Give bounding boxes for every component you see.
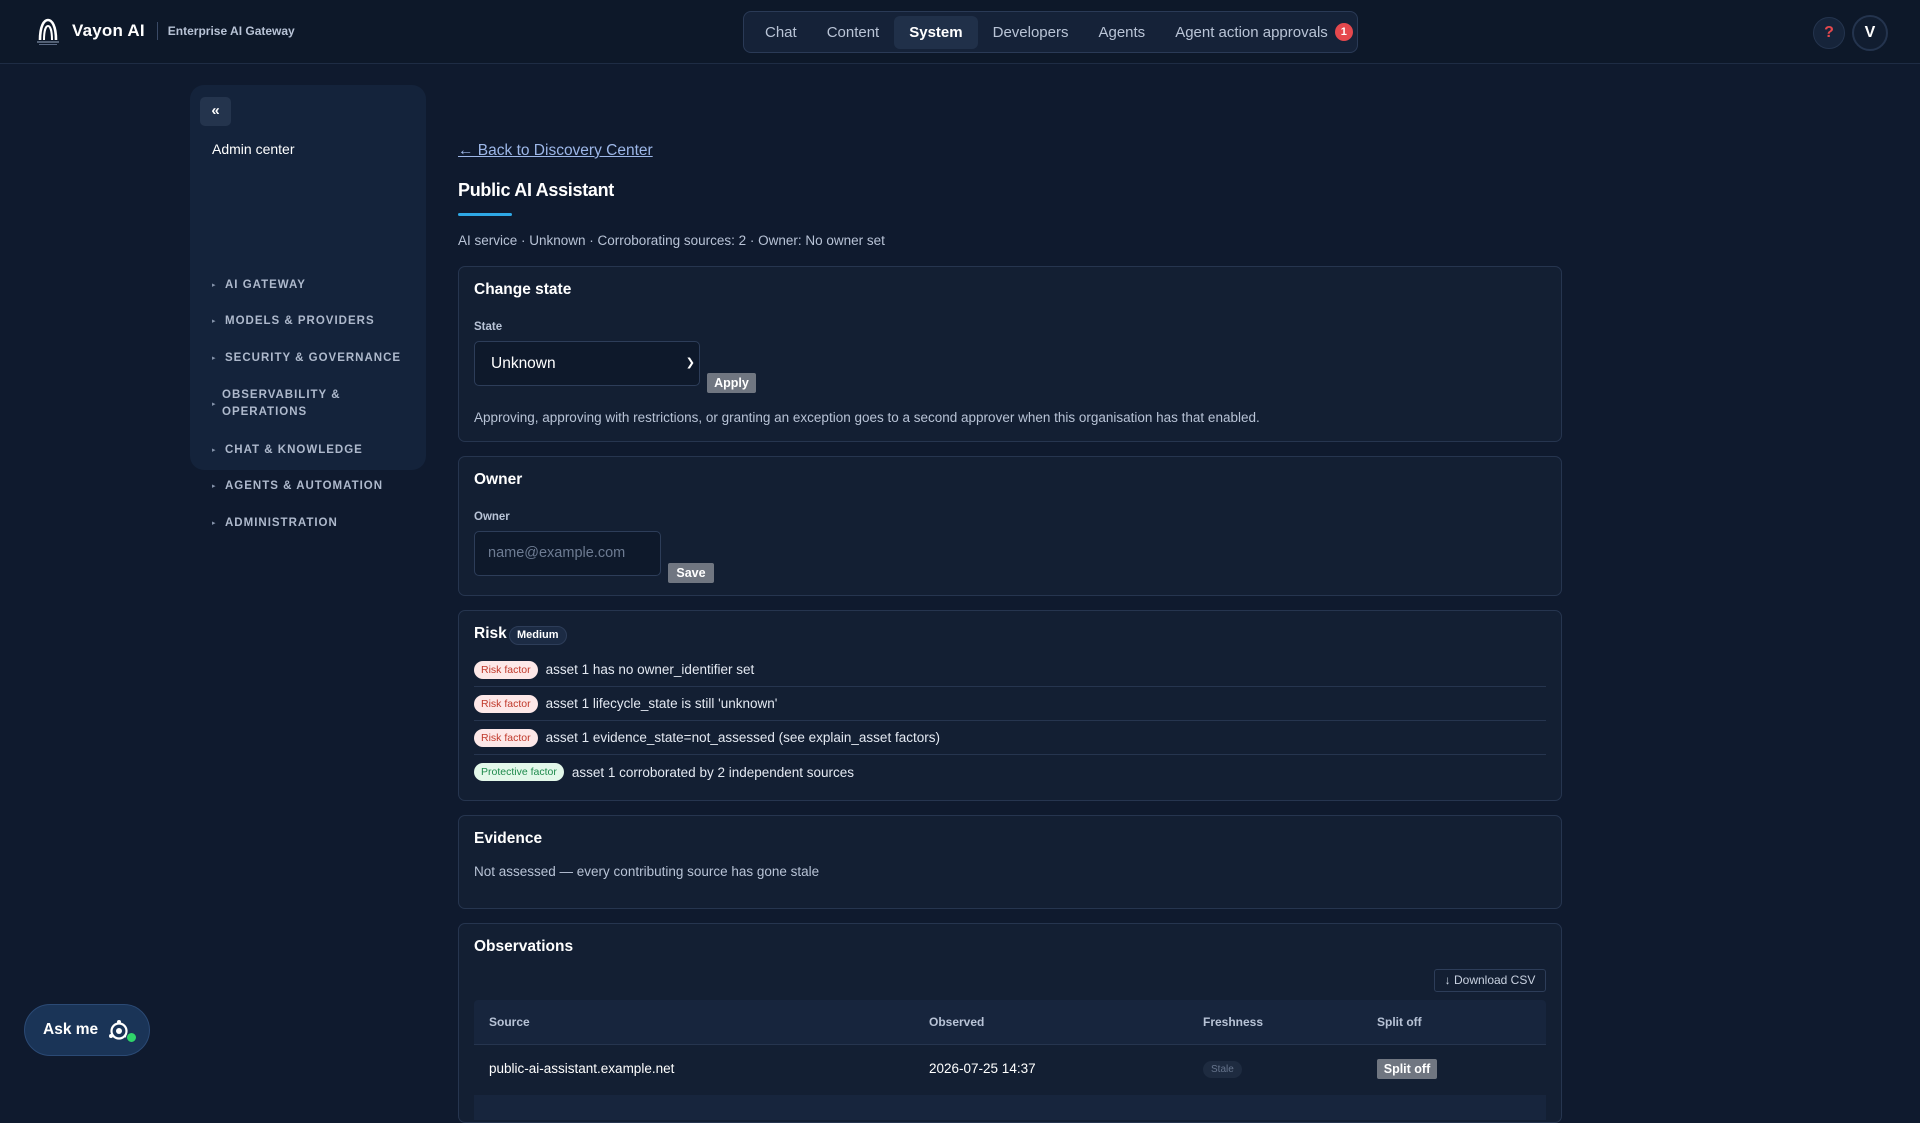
nav-system[interactable]: System xyxy=(894,15,978,49)
protective-factor-text: asset 1 corroborated by 2 independent so… xyxy=(571,764,855,780)
ask-me-button[interactable]: Ask me xyxy=(24,1004,150,1056)
evidence-status: Not assessed — every contributing source… xyxy=(474,864,820,879)
observation-source: public-ai-assistant.example.net xyxy=(489,1061,675,1076)
protective-factor-row: Protective factor asset 1 corroborated b… xyxy=(474,755,1546,789)
column-header-source[interactable]: Source xyxy=(489,1015,530,1029)
risk-factor-tag: Risk factor xyxy=(474,660,538,679)
admin-sidebar: « Admin center ▸ AI Gateway ▸ Models & P… xyxy=(190,85,426,529)
title-accent-bar xyxy=(458,213,512,216)
caret-right-icon: ▸ xyxy=(212,520,217,527)
page-title: Public AI Assistant xyxy=(458,180,615,200)
risk-factor-text: asset 1 lifecycle_state is still 'unknow… xyxy=(545,696,778,711)
sidebar-item-label: Chat & Knowledge xyxy=(225,444,363,456)
save-owner-button[interactable]: Save xyxy=(668,563,714,583)
chevron-down-icon: ❯ xyxy=(685,357,695,369)
evidence-card: Evidence Not assessed — every contributi… xyxy=(458,815,1562,909)
sidebar-item-observability-operations[interactable]: ▸ Observability & Operations xyxy=(212,387,382,421)
card-title: Owner xyxy=(474,471,523,488)
caret-right-icon: ▸ xyxy=(212,318,217,325)
card-title: Change state xyxy=(474,281,572,298)
sidebar-item-models-providers[interactable]: ▸ Models & Providers xyxy=(212,313,375,330)
back-to-discovery-link[interactable]: ← Back to Discovery Center xyxy=(458,142,653,160)
nav-content[interactable]: Content xyxy=(812,16,895,49)
caret-right-icon: ▸ xyxy=(212,282,217,289)
risk-factor-row: Risk factor asset 1 evidence_state=not_a… xyxy=(474,721,1546,755)
caret-right-icon: ▸ xyxy=(212,355,217,362)
download-csv-button[interactable]: ↓ Download CSV xyxy=(1434,969,1546,992)
approvals-count-badge: 1 xyxy=(1334,23,1353,41)
protective-factor-tag: Protective factor xyxy=(474,763,564,781)
sidebar-item-label: Observability & Operations xyxy=(222,389,341,418)
change-state-card: Change state State Unknown ❯ Apply Appro… xyxy=(458,266,1562,442)
online-status-dot xyxy=(126,1032,137,1043)
observation-timestamp: 2026-07-25 14:37 xyxy=(929,1061,1036,1076)
brand-logo-icon xyxy=(37,18,59,45)
card-title: Observations xyxy=(474,938,574,955)
state-label: State xyxy=(474,321,503,333)
nav-chat[interactable]: Chat xyxy=(750,16,812,49)
sidebar-item-administration[interactable]: ▸ Administration xyxy=(212,515,338,532)
risk-factor-row: Risk factor asset 1 lifecycle_state is s… xyxy=(474,687,1546,721)
nav-agent-action-approvals[interactable]: Agent action approvals 1 xyxy=(1160,15,1368,49)
owner-card: Owner Owner name@example.com Save xyxy=(458,456,1562,596)
sidebar-title: Admin center xyxy=(212,141,295,157)
brand[interactable]: Vayon AI Enterprise AI Gateway xyxy=(34,16,295,46)
risk-factor-text: asset 1 has no owner_identifier set xyxy=(545,662,755,677)
sidebar-item-label: AI Gateway xyxy=(225,279,306,291)
state-select-value: Unknown xyxy=(491,355,556,372)
observations-card: Observations ↓ Download CSV Source Obser… xyxy=(458,923,1562,1123)
risk-factor-row: Risk factor asset 1 has no owner_identif… xyxy=(474,653,1546,687)
observations-table: Source Observed Freshness Split off publ… xyxy=(474,1000,1546,1120)
nav-developers[interactable]: Developers xyxy=(978,16,1084,49)
sidebar-item-agents-automation[interactable]: ▸ Agents & Automation xyxy=(212,478,383,495)
user-avatar[interactable]: V xyxy=(1852,15,1888,51)
split-off-button[interactable]: Split off xyxy=(1377,1059,1437,1079)
card-title: Evidence xyxy=(474,830,543,847)
risk-level-badge: Medium xyxy=(509,626,567,645)
nav-agent-action-approvals-label: Agent action approvals xyxy=(1175,23,1328,41)
top-nav-bar: Vayon AI Enterprise AI Gateway Chat Cont… xyxy=(0,0,1920,64)
collapse-sidebar-button[interactable]: « xyxy=(200,97,231,126)
help-button[interactable]: ? xyxy=(1813,17,1845,49)
risk-factor-tag: Risk factor xyxy=(474,728,538,747)
sidebar-item-label: Models & Providers xyxy=(225,315,375,327)
caret-right-icon: ▸ xyxy=(212,447,217,454)
column-header-observed[interactable]: Observed xyxy=(929,1015,984,1029)
owner-label: Owner xyxy=(474,511,510,523)
sidebar-item-ai-gateway[interactable]: ▸ AI Gateway xyxy=(212,277,306,294)
card-title: Risk xyxy=(474,625,507,642)
asset-meta: AI service · Unknown · Corroborating sou… xyxy=(458,233,885,248)
sidebar-item-label: Administration xyxy=(225,517,338,529)
column-header-split-off[interactable]: Split off xyxy=(1377,1015,1422,1029)
owner-email-input[interactable]: name@example.com xyxy=(474,531,661,576)
state-select[interactable]: Unknown ❯ xyxy=(474,341,700,386)
table-row: public-ai-assistant.example.net 2026-07-… xyxy=(474,1045,1546,1095)
caret-right-icon: ▸ xyxy=(212,483,217,490)
sidebar-item-label: Security & Governance xyxy=(225,352,402,364)
risk-factor-tag: Risk factor xyxy=(474,694,538,713)
caret-right-icon: ▸ xyxy=(212,401,217,408)
main-nav: Chat Content System Developers Agents Ag… xyxy=(743,11,1358,53)
nav-agents[interactable]: Agents xyxy=(1083,16,1160,49)
risk-factor-text: asset 1 evidence_state=not_assessed (see… xyxy=(545,730,940,745)
ask-me-label: Ask me xyxy=(43,1021,99,1038)
brand-subtitle: Enterprise AI Gateway xyxy=(167,24,295,38)
sidebar-item-chat-knowledge[interactable]: ▸ Chat & Knowledge xyxy=(212,442,363,459)
sidebar-item-security-governance[interactable]: ▸ Security & Governance xyxy=(212,350,401,367)
apply-button[interactable]: Apply xyxy=(707,373,756,393)
approval-note: Approving, approving with restrictions, … xyxy=(474,410,1260,425)
risk-card: Risk Medium Risk factor asset 1 has no o… xyxy=(458,610,1562,801)
column-header-freshness[interactable]: Freshness xyxy=(1203,1015,1263,1029)
brand-name: Vayon AI xyxy=(72,21,145,40)
sidebar-item-label: Agents & Automation xyxy=(225,480,384,492)
freshness-badge: Stale xyxy=(1203,1061,1242,1078)
brand-divider xyxy=(156,22,158,40)
